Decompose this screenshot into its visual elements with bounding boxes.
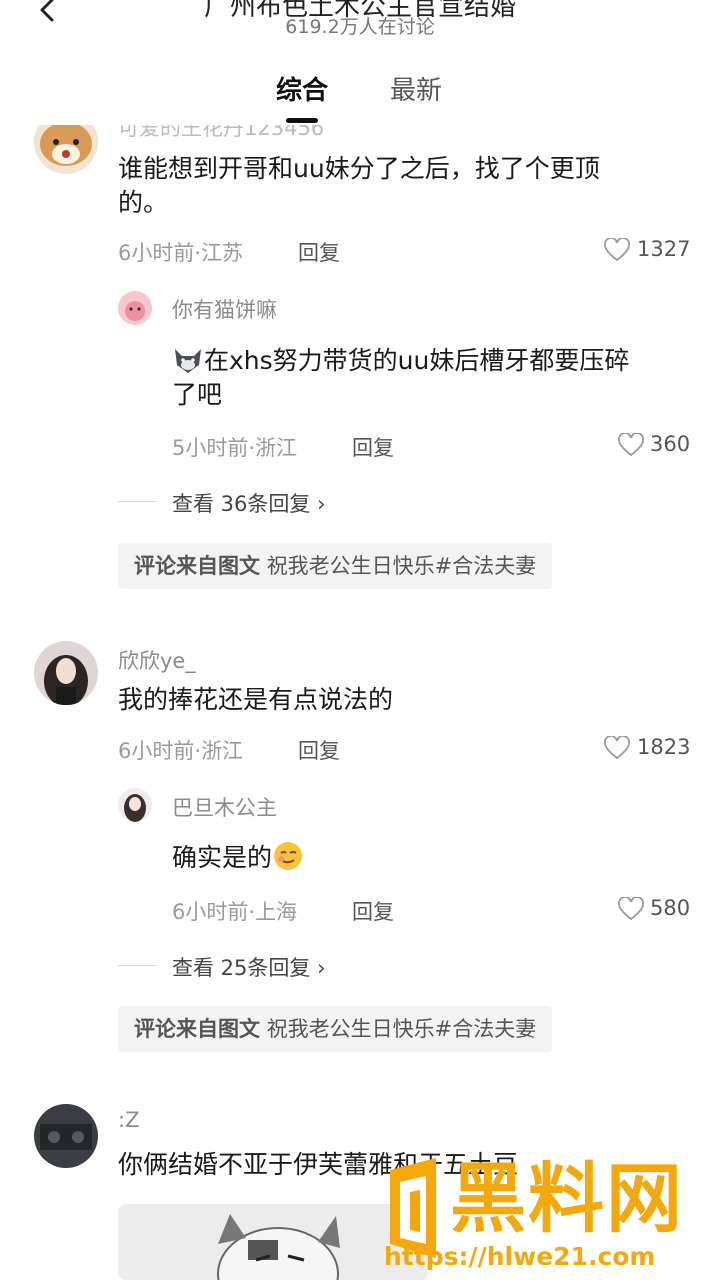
reply-button[interactable]: 回复: [352, 432, 394, 462]
reply-button[interactable]: 回复: [298, 735, 340, 765]
source-text: 祝我老公生日快乐#合法夫妻: [266, 554, 537, 578]
like-button[interactable]: [618, 896, 644, 925]
smug-emoji-icon: [274, 842, 303, 870]
reply-username[interactable]: 巴旦木公主: [172, 792, 277, 822]
watermark: 黑料网 https://hlwe21.com: [380, 1148, 720, 1280]
reply-text: 在xhs努力带货的uu妹后槽牙都要压碎: [172, 343, 629, 377]
comment-time: 6小时前·江苏: [118, 241, 244, 265]
avatar[interactable]: [34, 1104, 98, 1168]
comment-source[interactable]: 评论来自图文 祝我老公生日快乐#合法夫妻: [118, 1006, 553, 1052]
girl-avatar-icon: [34, 641, 98, 705]
participant-count: 619.2万人在讨论: [285, 16, 435, 38]
tab-comprehensive[interactable]: 综合: [276, 70, 328, 107]
view-more-replies[interactable]: 查看 36条回复 ›: [172, 488, 326, 518]
like-count: 580: [650, 896, 691, 920]
wolf-emoji-icon: [175, 349, 201, 373]
like-count: 360: [650, 432, 691, 456]
avatar[interactable]: [118, 291, 152, 325]
source-text: 祝我老公生日快乐#合法夫妻: [266, 1017, 537, 1041]
avatar[interactable]: [118, 788, 152, 822]
chevron-right-icon: ›: [317, 492, 326, 516]
chevron-right-icon: ›: [317, 956, 326, 980]
comment-username[interactable]: :Z: [118, 1108, 139, 1132]
heart-icon: [618, 432, 644, 457]
comment-text: 我的捧花还是有点说法的: [118, 685, 394, 714]
avatar[interactable]: [34, 641, 98, 705]
like-button[interactable]: [604, 735, 630, 764]
watermark-brand: 黑料网: [450, 1154, 684, 1243]
watermark-url: https://hlwe21.com: [384, 1242, 656, 1271]
source-label: 评论来自图文: [134, 1017, 260, 1041]
heart-icon: [604, 735, 630, 760]
tab-latest[interactable]: 最新: [390, 70, 442, 107]
comment-source[interactable]: 评论来自图文 祝我老公生日快乐#合法夫妻: [118, 543, 553, 589]
tab-active-indicator: [286, 118, 318, 123]
like-button[interactable]: [618, 432, 644, 461]
top-bar: 广州布色土木公主官宣结婚 619.2万人在讨论 综合 最新: [0, 0, 720, 125]
reply-text-cont: 了吧: [172, 380, 223, 409]
divider: [118, 965, 156, 966]
like-count: 1327: [637, 237, 691, 261]
comment-text: 谁能想到开哥和uu妹分了之后，找了个更顶: [118, 154, 600, 183]
reply-button[interactable]: 回复: [298, 237, 340, 267]
reply-time: 5小时前·浙江: [172, 436, 298, 460]
like-count: 1823: [637, 735, 691, 759]
heart-icon: [604, 237, 630, 262]
reply-username[interactable]: 你有猫饼嘛: [172, 294, 277, 324]
princess-avatar-icon: [118, 788, 152, 822]
source-label: 评论来自图文: [134, 554, 260, 578]
divider: [118, 501, 156, 502]
reply-button[interactable]: 回复: [352, 896, 394, 926]
comment-text-cont: 的。: [118, 188, 169, 217]
photo-avatar-icon: [34, 1104, 98, 1168]
comment-username[interactable]: 欣欣ye_: [118, 645, 196, 675]
view-more-replies[interactable]: 查看 25条回复 ›: [172, 952, 326, 982]
reply-text: 确实是的: [172, 840, 304, 874]
cat-avatar-icon: [118, 291, 152, 325]
like-button[interactable]: [604, 237, 630, 266]
heart-icon: [618, 896, 644, 921]
reply-time: 6小时前·上海: [172, 900, 298, 924]
comment-time: 6小时前·浙江: [118, 739, 244, 763]
